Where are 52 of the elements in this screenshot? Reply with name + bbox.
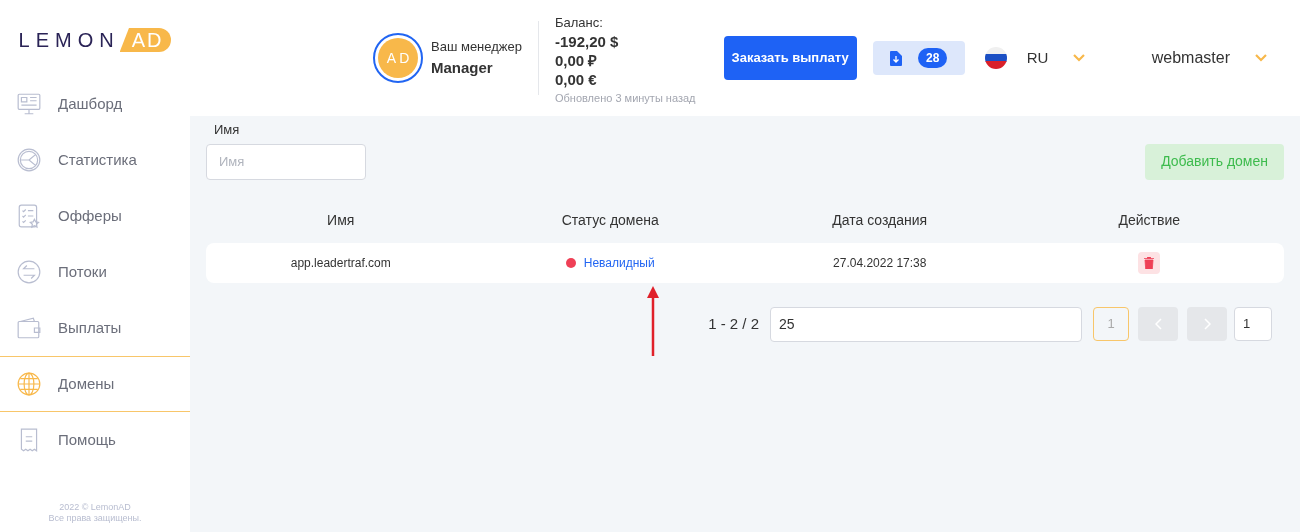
column-header: Действие xyxy=(1117,210,1181,230)
copyright-text: Все права защищены. xyxy=(48,513,142,524)
balance-label: Баланс: xyxy=(555,13,604,32)
manager-caption: Ваш менеджер xyxy=(431,38,522,56)
sidebar-item[interactable]: Офферы xyxy=(0,188,190,244)
payout-button[interactable]: Заказать выплату xyxy=(723,36,857,80)
column-header: Дата создания xyxy=(831,210,929,230)
updated-text: Обновлено 3 минуты назад xyxy=(555,90,696,106)
sidebar-item[interactable]: Потоки xyxy=(0,244,190,300)
status-text: Невалидный xyxy=(583,254,655,272)
balance-amount: 0,00 ₽ xyxy=(555,50,599,70)
sidebar-item[interactable]: Помощь xyxy=(0,412,190,468)
arrows-icon xyxy=(16,259,42,285)
pie-chart-icon xyxy=(16,147,42,173)
russia-flag-icon xyxy=(984,47,1007,69)
sidebar-item[interactable]: Выплаты xyxy=(0,300,190,356)
balance-amount: 0,00 € xyxy=(555,69,598,89)
chevron-down-icon xyxy=(1254,53,1268,63)
name-filter-field[interactable]: Имя xyxy=(206,143,366,180)
wallet-icon xyxy=(16,315,42,341)
trash-icon xyxy=(1144,256,1155,269)
file-download-icon xyxy=(889,50,902,66)
column-header: Имя xyxy=(326,210,356,230)
downloads-count: 28 xyxy=(917,48,948,68)
sidebar-item[interactable]: Дашборд xyxy=(0,76,190,132)
avatar: A D xyxy=(378,38,418,78)
globe-icon xyxy=(16,371,42,397)
column-header: Статус домена xyxy=(560,210,660,230)
delete-button[interactable] xyxy=(1138,251,1161,274)
monitor-icon xyxy=(16,91,42,117)
copyright-text: 2022 © LemonAD xyxy=(59,502,131,513)
balance-amount: -192,20 $ xyxy=(555,31,620,51)
sidebar-item[interactable]: Статистика xyxy=(0,132,190,188)
language-selector[interactable]: RU xyxy=(984,46,1087,70)
chevron-right-icon xyxy=(1203,318,1211,330)
range-text: 1 - 2 / 2 xyxy=(708,313,759,334)
table-cell-text: app.leadertraf.com xyxy=(290,254,391,272)
previous-page-button[interactable] xyxy=(1138,307,1178,341)
manager-name: Manager xyxy=(431,57,494,78)
sidebar-item[interactable]: Домены xyxy=(0,356,190,412)
annotation-arrow xyxy=(647,285,659,356)
downloads-button[interactable]: 28 xyxy=(872,41,965,75)
page-number-field[interactable]: 1 xyxy=(1234,307,1272,341)
checklist-icon xyxy=(16,203,42,229)
filter-label: Имя xyxy=(214,121,241,139)
per-page-field[interactable]: 25 xyxy=(770,306,1082,342)
table-cell-text: 27.04.2022 17:38 xyxy=(833,254,927,272)
next-page-button[interactable] xyxy=(1187,307,1227,341)
logo: LEMON AD xyxy=(18,25,172,55)
chevron-left-icon xyxy=(1154,318,1162,330)
user-menu[interactable]: webmaster xyxy=(1151,46,1268,70)
chevron-down-icon xyxy=(1072,53,1087,63)
